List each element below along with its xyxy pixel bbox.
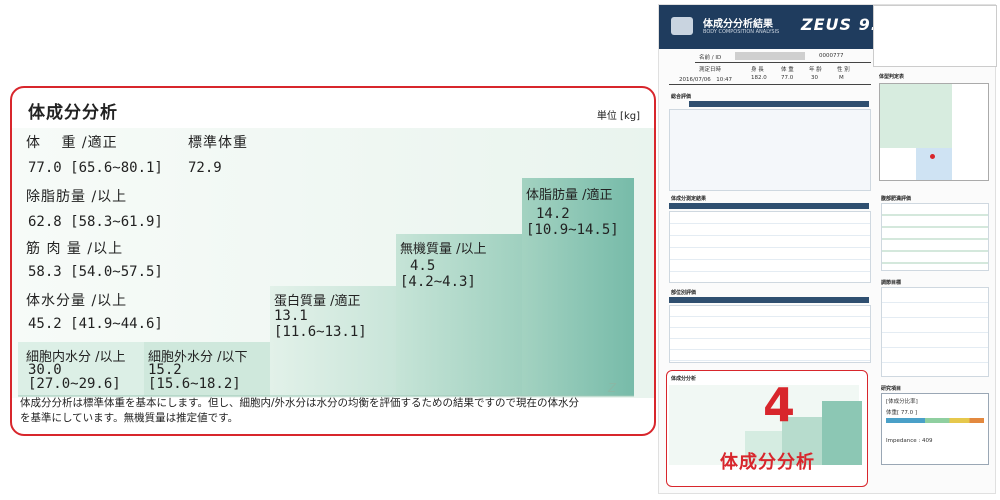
body-fat-range: [10.9~14.5] (526, 222, 619, 238)
mineral-label: 無機質量 /以上 (400, 242, 487, 257)
report-id-label: 名前 / ID (699, 55, 722, 61)
report-sex-value: M (839, 75, 844, 81)
report-id-box (735, 52, 805, 60)
intracellular-water-range: [27.0~29.6] (28, 376, 121, 392)
muscle-mass-value: 58.3 [54.0~57.5] (28, 264, 163, 280)
report-height-label: 身 長 (751, 67, 764, 73)
total-body-water-label: 体水分量 /以上 (26, 293, 128, 309)
standard-weight-value: 72.9 (188, 160, 222, 176)
report-body-type-chart (879, 83, 989, 181)
highlight-number: 4 (763, 378, 796, 432)
report-age-label: 年 齢 (809, 67, 822, 73)
mineral-value: 4.5 (410, 258, 436, 274)
standard-weight-label: 標準体重 (188, 135, 248, 151)
svg-text:Z: Z (607, 381, 617, 395)
report-band (669, 203, 869, 209)
highlight-caption: 体成分分析 (720, 452, 815, 473)
report-rule (669, 84, 871, 85)
report-band (689, 101, 869, 107)
report-rule (695, 62, 871, 63)
report-title: 体成分分析結果 (703, 19, 773, 30)
report-weight-value: 77.0 (781, 75, 794, 81)
unit-label: 単位 [kg] (596, 111, 640, 122)
report-logo-icon (671, 17, 693, 35)
total-body-water-value: 45.2 [41.9~44.6] (28, 316, 163, 332)
report-id-value: 0000777 (819, 53, 844, 59)
report-research-box: [体成分比率] 体重[ 77.0 ] Impedance : 409 (881, 393, 989, 465)
panel-title: 体成分分析 (28, 103, 118, 123)
report-abdominal-table (881, 203, 989, 271)
report-subtitle: BODY COMPOSITION ANALYSIS (703, 29, 780, 35)
protein-value: 13.1 (274, 308, 308, 324)
report-section-abdominal: 腹部肥満評価 (881, 196, 912, 202)
body-fat-label: 体脂肪量 /適正 (526, 188, 613, 203)
report-section-body-type: 体型判定表 (879, 74, 905, 80)
report-overall-grid (669, 109, 871, 191)
footnote-line-2: を基準にしています。無機質量は推定値です。 (20, 412, 239, 424)
report-research-weight: 体重[ 77.0 ] (886, 410, 918, 416)
report-weight-label: 体 重 (781, 67, 794, 73)
report-sex-label: 性 別 (837, 67, 850, 73)
fat-free-mass-label: 除脂肪量 /以上 (26, 189, 128, 205)
report-section-research: 研究項目 (881, 386, 902, 392)
report-section-target: 調節目標 (881, 280, 902, 286)
report-results-table (669, 211, 871, 283)
report-section-overall: 総合評価 (671, 94, 692, 100)
report-research-label: [体成分比率] (886, 399, 918, 405)
report-section-results: 体成分測定結果 (671, 196, 707, 202)
weight-label: 体 重 /適正 (26, 135, 118, 151)
protein-range: [11.6~13.1] (274, 324, 367, 340)
report-impedance: Impedance : 409 (886, 438, 933, 444)
weight-value: 77.0 [65.6~80.1] (28, 160, 163, 176)
report-height-value: 182.0 (751, 75, 767, 81)
report-age-value: 30 (811, 75, 818, 81)
footnote-line-1: 体成分分析は標準体重を基本にします。但し、細胞内/外水分は水分の均衡を評価するた… (20, 397, 579, 409)
report-date-label: 測定日時 (699, 67, 722, 73)
report-section-segmental: 部位別評価 (671, 290, 697, 296)
report-side-box (873, 5, 997, 67)
report-band (669, 297, 869, 303)
extracellular-water-range: [15.6~18.2] (148, 376, 241, 392)
report-segmental-table (669, 305, 871, 363)
muscle-mass-label: 筋 肉 量 /以上 (26, 241, 124, 257)
report-target-table (881, 287, 989, 377)
protein-label: 蛋白質量 /適正 (274, 294, 361, 309)
mineral-range: [4.2~4.3] (400, 274, 476, 290)
report-date-value: 2016/07/06 10:47 (679, 77, 733, 83)
footnote: 体成分分析は標準体重を基本にします。但し、細胞内/外水分は水分の均衡を評価するた… (20, 396, 620, 426)
body-fat-value: 14.2 (536, 206, 570, 222)
report-thumbnail: 体成分分析結果 BODY COMPOSITION ANALYSIS ZEUS 9… (658, 4, 997, 494)
fat-free-mass-value: 62.8 [58.3~61.9] (28, 214, 163, 230)
body-composition-panel: Z 体成分分析 単位 [kg] 体 重 /適正 標準体重 77.0 [65.6~… (10, 86, 656, 436)
